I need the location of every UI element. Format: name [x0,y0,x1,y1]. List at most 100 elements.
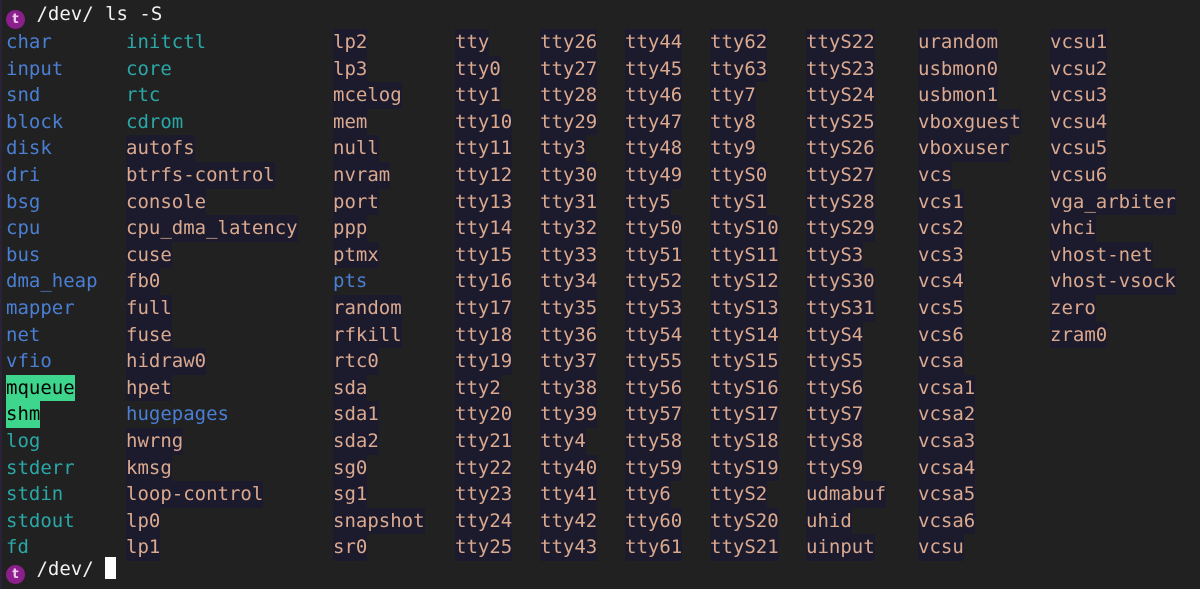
ls-entry[interactable]: ttyS0 [710,161,768,189]
ls-entry[interactable]: cpu [6,215,40,242]
ls-entry[interactable]: tty36 [540,321,598,349]
ls-entry[interactable]: vcsu2 [1050,55,1108,83]
ls-entry[interactable]: log [6,428,40,455]
ls-entry[interactable]: ttyS17 [710,401,779,428]
ls-entry[interactable]: vcs5 [918,294,964,322]
ls-entry[interactable]: vcsa1 [918,374,976,402]
ls-entry[interactable]: cpu_dma_latency [126,215,298,242]
ls-entry[interactable]: ttyS8 [806,427,864,455]
ls-entry[interactable]: tty55 [625,348,683,375]
ls-entry[interactable]: shm [6,401,41,428]
ls-entry[interactable]: stdout [6,508,75,535]
ls-entry[interactable]: pts [333,268,367,295]
ls-entry[interactable]: tty41 [540,481,598,508]
ls-entry[interactable]: mqueue [6,374,75,402]
ls-entry[interactable]: cdrom [126,109,183,136]
ls-entry[interactable]: tty18 [455,321,513,349]
ls-entry[interactable]: vcsa [918,348,964,375]
ls-entry[interactable]: tty [455,29,490,56]
ls-entry[interactable]: tty57 [625,401,683,428]
ls-entry[interactable]: tty46 [625,82,683,109]
ls-entry[interactable]: tty27 [540,55,598,83]
ls-entry[interactable]: mem [333,108,368,136]
ls-entry[interactable]: tty37 [540,348,598,375]
ls-entry[interactable]: vcsu [918,534,964,561]
ls-entry[interactable]: ttyS15 [710,348,779,375]
ls-entry[interactable]: bsg [6,189,40,216]
ls-entry[interactable]: stdin [6,481,63,508]
ls-entry[interactable]: tty12 [455,161,513,189]
ls-entry[interactable]: tty1 [455,82,501,109]
ls-entry[interactable]: ttyS13 [710,294,779,322]
ls-entry[interactable]: mcelog [333,82,402,109]
ls-entry[interactable]: bus [6,242,40,269]
ls-entry[interactable]: tty50 [625,215,683,242]
ls-entry[interactable]: dri [6,162,40,189]
ls-entry[interactable]: fb0 [126,268,161,295]
ls-entry[interactable]: ttyS24 [806,82,875,109]
ls-entry[interactable]: tty22 [455,454,513,482]
ls-entry[interactable]: hidraw0 [126,348,207,375]
ls-entry[interactable]: tty53 [625,294,683,322]
ls-entry[interactable]: vcsu5 [1050,135,1108,162]
ls-entry[interactable]: tty25 [455,534,513,561]
ls-entry[interactable]: rtc [126,82,160,109]
ls-entry[interactable]: tty5 [625,188,671,216]
ls-entry[interactable]: vcsa3 [918,427,976,455]
ls-entry[interactable]: lp0 [126,507,161,535]
ls-entry[interactable]: console [126,188,207,216]
ls-entry[interactable]: snd [6,82,40,109]
ls-entry[interactable]: tty58 [625,427,683,455]
ls-entry[interactable]: vcsu1 [1050,29,1108,56]
ls-entry[interactable]: ttyS5 [806,348,864,375]
ls-entry[interactable]: tty0 [455,55,501,83]
ls-entry[interactable]: ttyS11 [710,241,779,269]
ls-entry[interactable]: vboxguest [918,108,1021,136]
ls-entry[interactable]: tty49 [625,161,683,189]
ls-entry[interactable]: ttyS28 [806,188,875,216]
ls-entry[interactable]: ttyS6 [806,374,864,402]
ls-entry[interactable]: ttyS7 [806,401,864,428]
ls-entry[interactable]: null [333,135,379,162]
ls-entry[interactable]: tty33 [540,241,598,269]
ls-entry[interactable]: ttyS22 [806,29,875,56]
ls-entry[interactable]: zram0 [1050,321,1108,349]
ls-entry[interactable]: ttyS3 [806,241,864,269]
ls-entry[interactable]: port [333,188,379,216]
ls-entry[interactable]: ttyS18 [710,427,779,455]
ls-entry[interactable]: net [6,322,40,349]
ls-entry[interactable]: tty47 [625,108,683,136]
ls-entry[interactable]: sda1 [333,401,379,428]
ls-entry[interactable]: loop-control [126,481,264,508]
ls-entry[interactable]: input [6,56,63,83]
ls-entry[interactable]: random [333,294,402,322]
ls-entry[interactable]: zero [1050,294,1096,322]
ls-entry[interactable]: tty54 [625,321,683,349]
ls-entry[interactable]: ttyS9 [806,454,864,482]
ls-entry[interactable]: tty17 [455,294,513,322]
ls-entry[interactable]: ttyS1 [710,188,768,216]
ls-entry[interactable]: tty63 [710,55,768,83]
ls-entry[interactable]: tty39 [540,401,598,428]
ls-entry[interactable]: tty20 [455,401,513,428]
ls-entry[interactable]: uhid [806,507,852,535]
ls-entry[interactable]: tty24 [455,507,513,535]
ls-entry[interactable]: ttyS19 [710,454,779,482]
ls-entry[interactable]: sr0 [333,534,368,561]
ls-entry[interactable]: tty26 [540,29,598,56]
ls-entry[interactable]: fuse [126,321,172,349]
ls-entry[interactable]: vhost-net [1050,241,1153,269]
ls-entry[interactable]: tty23 [455,481,513,508]
ls-entry[interactable]: initctl [126,29,206,56]
ls-entry[interactable]: dma_heap [6,268,98,295]
ls-entry[interactable]: tty21 [455,427,513,455]
ls-entry[interactable]: btrfs-control [126,161,275,189]
ls-entry[interactable]: vcs3 [918,241,964,269]
terminal-window[interactable]: t /dev/ ls -S char input snd block disk dri bs… [0,0,1200,589]
ls-entry[interactable]: full [126,294,172,322]
ls-entry[interactable]: rtc0 [333,348,379,375]
ls-entry[interactable]: ttyS31 [806,294,875,322]
ls-entry[interactable]: tty8 [710,108,756,136]
ls-entry[interactable]: vfio [6,348,52,375]
ls-entry[interactable]: ttyS29 [806,215,875,242]
